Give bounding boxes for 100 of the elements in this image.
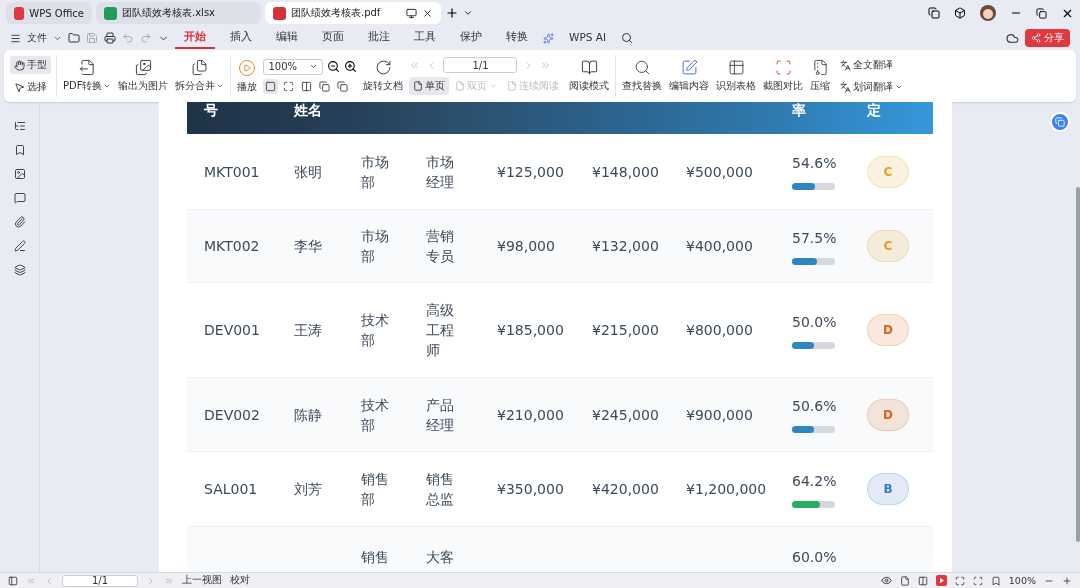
page-icon[interactable] <box>899 575 910 586</box>
ribbon-tab[interactable]: WPS AI <box>560 28 615 48</box>
tool-button[interactable]: PDF转换 <box>62 59 113 93</box>
table-icon <box>728 59 745 76</box>
bookmark-icon[interactable] <box>13 144 26 156</box>
page-icon <box>455 81 466 91</box>
cube-icon[interactable] <box>954 7 966 19</box>
fit-icon[interactable] <box>317 78 333 94</box>
avatar-icon[interactable] <box>980 5 996 21</box>
ribbon-tab[interactable]: 转换 <box>497 27 537 49</box>
page-icon <box>507 81 518 91</box>
tool-button[interactable]: 编辑内容 <box>668 59 711 93</box>
cell-text: ¥500,000 <box>686 162 753 182</box>
comment-icon[interactable] <box>13 192 26 204</box>
cell-text: 陈静 <box>294 405 322 425</box>
page-mode-button[interactable]: 单页 <box>409 77 450 95</box>
scrollbar[interactable] <box>1076 187 1080 542</box>
document-tab[interactable]: 团队绩效考核表.xlsx <box>96 2 261 24</box>
cell-text: MKT001 <box>204 162 260 182</box>
two-page-icon[interactable] <box>917 575 928 586</box>
rate-text: 50.6% <box>792 397 837 416</box>
fit-icon[interactable] <box>335 78 351 94</box>
page-icon <box>413 81 424 91</box>
cell-text: 高级工程师 <box>426 301 455 360</box>
tool-button[interactable]: 截图对比 <box>762 59 805 93</box>
play-button[interactable]: 播放 <box>236 58 259 94</box>
fit-width-icon[interactable] <box>972 575 983 586</box>
close-icon[interactable] <box>422 7 433 19</box>
ribbon-tab[interactable]: 页面 <box>313 27 353 49</box>
translate-button[interactable]: 全文翻译 <box>836 56 908 74</box>
file-menu[interactable]: 文件 <box>27 31 47 45</box>
compress-icon <box>812 59 829 76</box>
cell-text: 销售 <box>361 547 390 567</box>
new-tab-icon[interactable] <box>445 6 459 20</box>
ribbon-tab[interactable]: 工具 <box>405 27 445 49</box>
grade-badge: C <box>867 155 909 188</box>
menu-icon[interactable] <box>10 32 21 44</box>
tool-button[interactable]: 查找替换 <box>621 59 664 93</box>
cell-text: ¥350,000 <box>497 480 564 499</box>
page-field[interactable]: 1/1 <box>62 574 138 587</box>
restore-icon[interactable] <box>1036 7 1047 19</box>
files-icon <box>191 59 209 76</box>
ribbon-tab[interactable]: 插入 <box>221 27 261 49</box>
previous-view-link[interactable]: 上一视图 <box>182 574 222 587</box>
app-icon <box>104 6 117 20</box>
cell-text: ¥210,000 <box>497 405 564 425</box>
folder-icon[interactable] <box>68 32 80 44</box>
cloud-icon[interactable] <box>1006 31 1019 45</box>
cell-text: MKT002 <box>204 237 260 256</box>
page-field[interactable]: 1/1 <box>443 57 518 73</box>
caret-icon <box>895 83 904 91</box>
signature-icon[interactable] <box>13 240 26 252</box>
cell-text: ¥900,000 <box>686 405 753 425</box>
attachment-icon[interactable] <box>13 216 26 228</box>
tool-button[interactable]: 输出为图片 <box>117 59 170 93</box>
bookmark-icon[interactable] <box>990 575 1001 586</box>
eye-icon[interactable] <box>880 575 892 586</box>
zoom-in-icon[interactable] <box>344 60 358 73</box>
tool-button[interactable]: 识别表格 <box>715 59 758 93</box>
layers-icon[interactable] <box>13 264 26 276</box>
print-icon[interactable] <box>104 32 116 44</box>
zoom-field[interactable]: 100% <box>263 58 324 75</box>
proofread-link[interactable]: 校对 <box>230 574 250 587</box>
rate-text: 54.6% <box>792 154 837 173</box>
caret-icon <box>489 82 498 90</box>
cell-text: 技术部 <box>361 311 390 350</box>
tool-button[interactable]: 拆分合并 <box>174 59 226 93</box>
ribbon-tab[interactable]: 保护 <box>451 27 491 49</box>
rotate-button[interactable]: 旋转文档 <box>362 59 405 93</box>
outline-icon[interactable] <box>13 120 26 132</box>
cell-text: DEV002 <box>204 405 260 425</box>
caret-icon[interactable] <box>463 8 473 18</box>
fit-icon[interactable] <box>954 575 965 586</box>
cell-text: 刘芳 <box>294 480 322 499</box>
rotate-icon <box>375 59 392 76</box>
search-icon[interactable] <box>621 32 633 44</box>
ribbon-tab[interactable]: 编辑 <box>267 27 307 49</box>
translate-button[interactable]: 划词翻译 <box>836 78 908 96</box>
mode-button[interactable]: 选择 <box>10 78 51 96</box>
rate-text: 60.0% <box>792 547 837 567</box>
play-icon[interactable] <box>935 575 947 586</box>
cell-text: 大客 <box>426 547 455 567</box>
sidebar-toggle-icon[interactable] <box>8 575 18 586</box>
ribbon-tab[interactable]: 批注 <box>359 27 399 49</box>
cell-text: 李华 <box>294 237 322 256</box>
header-text: 姓名 <box>294 102 322 118</box>
zoom-out-icon[interactable] <box>327 60 341 73</box>
share-button[interactable]: 分享 <box>1025 29 1070 47</box>
fit-icon[interactable] <box>263 78 279 94</box>
floating-icon[interactable] <box>1050 112 1070 132</box>
window-icon[interactable] <box>928 7 940 19</box>
document-tab[interactable]: WPS Office <box>6 2 92 24</box>
monitor-icon[interactable] <box>406 7 417 19</box>
mode-button[interactable]: 手型 <box>10 56 51 74</box>
book-icon <box>581 59 598 76</box>
thumbnail-icon[interactable] <box>13 168 26 180</box>
scan-icon <box>775 59 792 76</box>
document-tab[interactable]: 团队绩效考核表.pdf <box>265 2 441 24</box>
tool-button[interactable]: 压缩 <box>809 59 832 93</box>
read-mode-button[interactable]: 阅读模式 <box>568 59 611 93</box>
